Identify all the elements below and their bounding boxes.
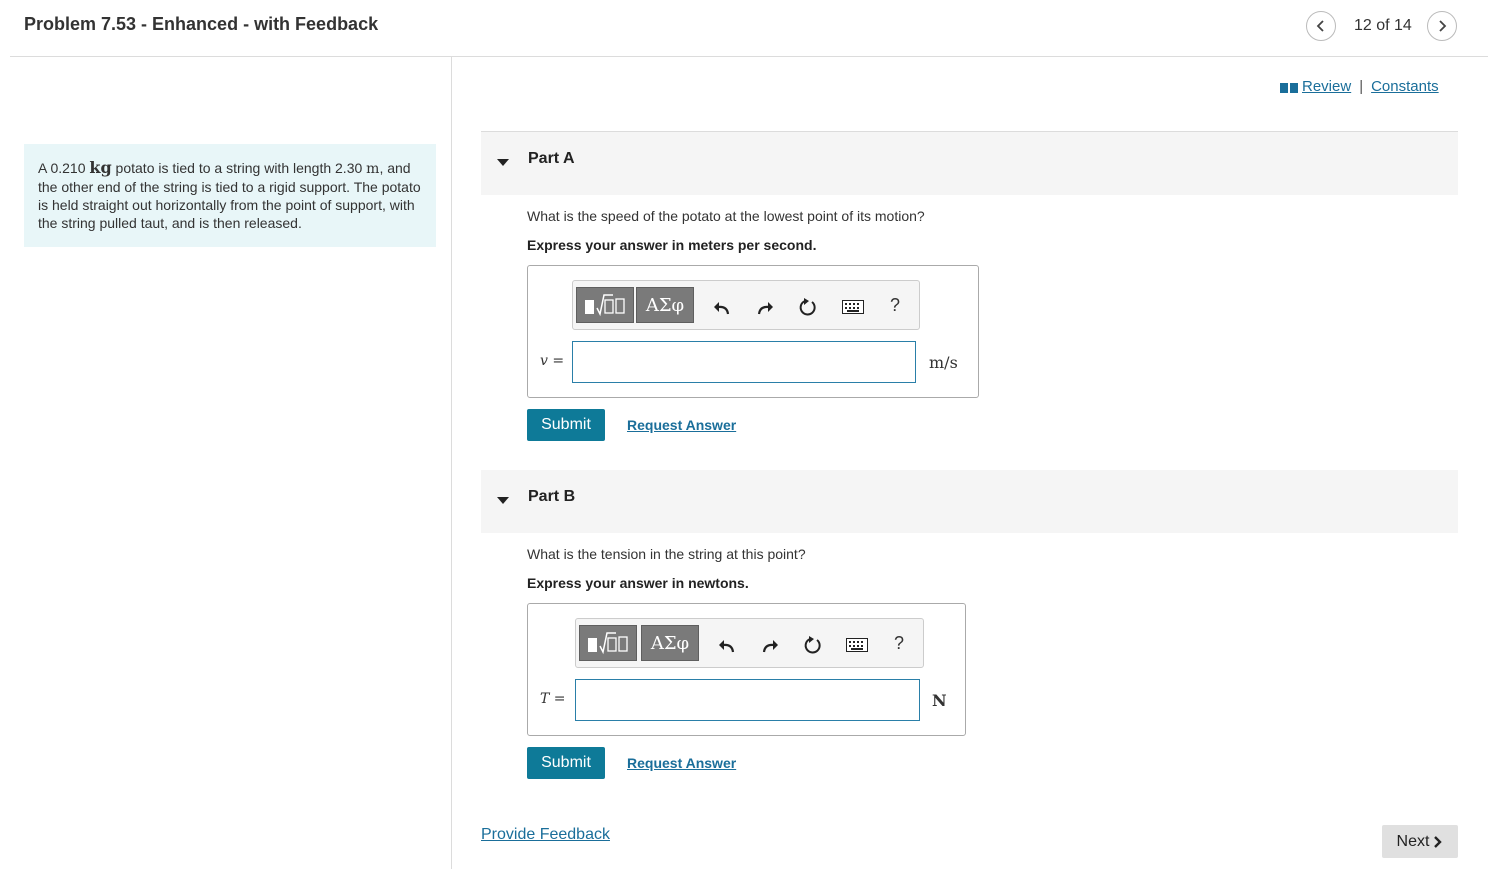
book-icon — [1280, 82, 1298, 93]
provide-feedback-link[interactable]: Provide Feedback — [481, 826, 610, 844]
next-label: Next — [1396, 832, 1430, 850]
panel-divider — [451, 57, 452, 869]
next-problem-button[interactable] — [1427, 11, 1457, 41]
help-icon[interactable]: ? — [888, 632, 910, 654]
previous-problem-button[interactable] — [1306, 11, 1336, 41]
review-link[interactable]: Review — [1302, 78, 1351, 95]
part-b-title: Part B — [528, 488, 576, 505]
templates-icon — [588, 632, 628, 655]
part-a-answer-input[interactable] — [572, 341, 916, 383]
chevron-right-icon — [1434, 835, 1443, 848]
problem-statement: A 0.210 kg potato is tied to a string wi… — [24, 144, 436, 247]
problem-text: A 0.210 — [38, 160, 90, 176]
math-toolbar: ΑΣφ ? — [572, 280, 920, 330]
part-a-header[interactable]: Part A — [481, 132, 1458, 195]
math-toolbar: ΑΣφ ? — [575, 618, 924, 668]
part-b-answer-input[interactable] — [575, 679, 920, 721]
part-b-header[interactable]: Part B — [481, 470, 1458, 533]
header: Problem 7.53 - Enhanced - with Feedback … — [0, 0, 1500, 52]
link-separator: | — [1359, 78, 1364, 95]
problem-counter: 12 of 14 — [1354, 17, 1412, 34]
part-a-instruction: Express your answer in meters per second… — [527, 237, 817, 253]
unit-label: m/s — [929, 353, 958, 372]
help-icon[interactable]: ? — [884, 294, 906, 316]
redo-icon[interactable] — [754, 296, 776, 318]
resource-links: Review | Constants — [1280, 78, 1439, 95]
part-a-title: Part A — [528, 150, 575, 167]
part-b-submit-button[interactable]: Submit — [527, 747, 605, 779]
templates-icon — [585, 294, 625, 317]
part-a-answer-box: ΑΣφ ? v = m/s — [527, 265, 979, 398]
templates-button[interactable] — [579, 625, 637, 661]
part-a-question: What is the speed of the potato at the l… — [527, 208, 925, 224]
keyboard-icon[interactable] — [845, 634, 869, 656]
variable-label: v = — [540, 353, 564, 369]
chevron-left-icon — [1316, 20, 1324, 32]
mass-unit: kg — [89, 158, 112, 177]
collapse-triangle-icon[interactable] — [497, 497, 509, 504]
collapse-triangle-icon[interactable] — [497, 159, 509, 166]
templates-button[interactable] — [576, 287, 634, 323]
part-b-request-answer-link[interactable]: Request Answer — [627, 755, 736, 771]
unit-label: N — [932, 691, 947, 710]
page: Problem 7.53 - Enhanced - with Feedback … — [0, 0, 1500, 869]
equals-sign: = — [547, 353, 565, 369]
keyboard-icon[interactable] — [841, 296, 865, 318]
variable-symbol: v — [540, 353, 548, 369]
undo-icon[interactable] — [716, 634, 738, 656]
variable-symbol: T — [540, 691, 550, 707]
reset-icon[interactable] — [797, 296, 819, 318]
equals-sign: = — [549, 691, 566, 707]
variable-label: T = — [540, 691, 566, 707]
chevron-right-icon — [1439, 20, 1447, 32]
next-button[interactable]: Next — [1382, 825, 1458, 858]
undo-icon[interactable] — [711, 296, 733, 318]
part-b-answer-box: ΑΣφ ? T = N — [527, 603, 966, 736]
constants-link[interactable]: Constants — [1371, 78, 1439, 95]
part-a-submit-button[interactable]: Submit — [527, 409, 605, 441]
problem-text: potato is tied to a string with length 2… — [111, 160, 367, 176]
reset-icon[interactable] — [802, 634, 824, 656]
greek-letters-button[interactable]: ΑΣφ — [636, 287, 694, 323]
part-b-question: What is the tension in the string at thi… — [527, 546, 806, 562]
page-title: Problem 7.53 - Enhanced - with Feedback — [24, 14, 379, 34]
part-b-instruction: Express your answer in newtons. — [527, 575, 749, 591]
redo-icon[interactable] — [759, 634, 781, 656]
part-a-request-answer-link[interactable]: Request Answer — [627, 417, 736, 433]
length-unit: m — [366, 161, 380, 177]
header-divider — [10, 56, 1488, 57]
greek-letters-button[interactable]: ΑΣφ — [641, 625, 699, 661]
